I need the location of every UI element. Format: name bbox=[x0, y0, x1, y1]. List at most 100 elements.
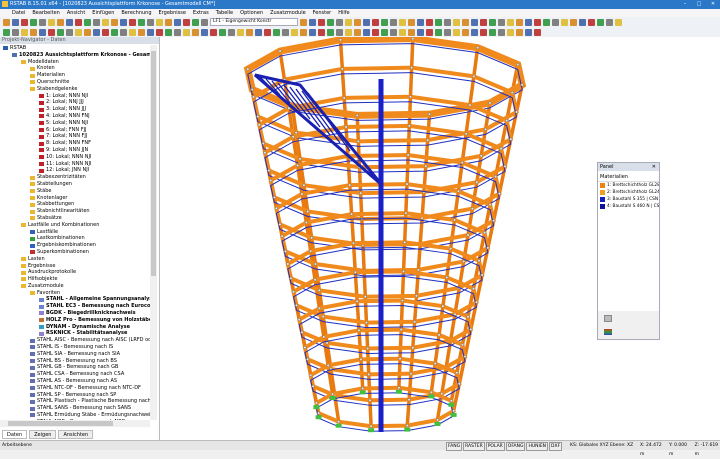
tree-item[interactable]: Lastfälle und Kombinationen bbox=[0, 222, 150, 229]
node[interactable] bbox=[426, 138, 430, 142]
toolbar-button[interactable] bbox=[426, 28, 433, 36]
toolbar-button[interactable] bbox=[102, 28, 109, 36]
tree-item[interactable]: 6: Lokal; FNN FJJ bbox=[0, 127, 150, 134]
tree-item[interactable]: 1: Lokal; NNN NJI bbox=[0, 93, 150, 100]
toolbar-button[interactable] bbox=[228, 28, 235, 36]
menu-item[interactable]: Datei bbox=[12, 9, 25, 17]
toolbar-button[interactable] bbox=[444, 28, 451, 36]
node[interactable] bbox=[311, 384, 315, 388]
node[interactable] bbox=[304, 221, 308, 224]
tree-item[interactable]: STAHL SP - Bemessung nach SP bbox=[0, 392, 150, 399]
node[interactable] bbox=[436, 418, 439, 422]
toolbar-button[interactable] bbox=[156, 28, 163, 36]
stair-landing[interactable] bbox=[254, 73, 384, 187]
node[interactable] bbox=[483, 231, 487, 235]
toolbar-button[interactable] bbox=[480, 28, 487, 36]
node[interactable] bbox=[340, 67, 344, 71]
toolbar-button[interactable] bbox=[408, 18, 415, 26]
node[interactable] bbox=[445, 275, 449, 279]
toolbar-button[interactable] bbox=[210, 28, 217, 36]
tree-item[interactable]: Stäbe bbox=[0, 188, 150, 195]
tree-item[interactable]: Stabnichtlinearitäten bbox=[0, 208, 150, 215]
timber-column[interactable] bbox=[357, 330, 363, 360]
node[interactable] bbox=[317, 288, 321, 292]
toolbar-button[interactable] bbox=[579, 18, 586, 26]
tree-item[interactable]: STAHL SIA - Bemessung nach SIA bbox=[0, 351, 150, 358]
node[interactable] bbox=[449, 247, 453, 251]
tree-item[interactable]: Knotenlager bbox=[0, 195, 150, 202]
toolbar-button[interactable] bbox=[57, 28, 64, 36]
node[interactable] bbox=[488, 101, 492, 105]
toolbar-button[interactable] bbox=[408, 28, 415, 36]
toolbar-button[interactable] bbox=[39, 28, 46, 36]
node[interactable] bbox=[350, 212, 354, 216]
toolbar-button[interactable] bbox=[444, 18, 451, 26]
toolbar-button[interactable] bbox=[129, 28, 136, 36]
toolbar-button[interactable] bbox=[30, 18, 37, 26]
toolbar-button[interactable] bbox=[48, 18, 55, 26]
timber-column[interactable] bbox=[368, 400, 373, 427]
node[interactable] bbox=[475, 300, 478, 304]
node[interactable] bbox=[309, 249, 313, 253]
node[interactable] bbox=[409, 372, 413, 376]
node[interactable] bbox=[452, 409, 456, 413]
toolbar-button[interactable] bbox=[516, 28, 523, 36]
toolbar-button[interactable] bbox=[183, 18, 190, 26]
node[interactable] bbox=[317, 411, 321, 415]
panel-color-icon[interactable] bbox=[604, 329, 612, 335]
timber-column[interactable] bbox=[411, 321, 417, 348]
node[interactable] bbox=[283, 249, 287, 253]
toolbar-button[interactable] bbox=[390, 28, 397, 36]
toolbar-button[interactable] bbox=[561, 18, 568, 26]
node[interactable] bbox=[278, 49, 282, 53]
node[interactable] bbox=[476, 46, 480, 50]
node[interactable] bbox=[407, 398, 411, 402]
tree-item[interactable]: Stabendgelenke bbox=[0, 86, 150, 93]
node[interactable] bbox=[413, 320, 417, 324]
toolbar-button[interactable] bbox=[291, 28, 298, 36]
toolbar-button[interactable] bbox=[507, 18, 514, 26]
toolbar-button[interactable] bbox=[75, 28, 82, 36]
toolbar-button[interactable] bbox=[336, 28, 343, 36]
node[interactable] bbox=[353, 270, 357, 274]
node[interactable] bbox=[294, 131, 298, 135]
node[interactable] bbox=[300, 192, 304, 196]
toolbar-button[interactable] bbox=[381, 28, 388, 36]
node[interactable] bbox=[246, 67, 250, 71]
node[interactable] bbox=[355, 113, 359, 117]
node[interactable] bbox=[492, 219, 496, 223]
toolbar-button[interactable] bbox=[282, 28, 289, 36]
timber-column[interactable] bbox=[412, 295, 419, 322]
tree-item[interactable]: Ergebnisse bbox=[0, 263, 150, 270]
node[interactable] bbox=[300, 330, 304, 334]
toolbar-button[interactable] bbox=[66, 28, 73, 36]
toolbar-button[interactable] bbox=[57, 18, 64, 26]
tree-item[interactable]: Knoten bbox=[0, 65, 150, 72]
tree-item[interactable]: 11: Lokal; NNN NJI bbox=[0, 161, 150, 168]
node[interactable] bbox=[497, 192, 501, 195]
toolbar-button[interactable] bbox=[75, 18, 82, 26]
node[interactable] bbox=[462, 260, 466, 263]
timber-column[interactable] bbox=[407, 373, 413, 400]
node[interactable] bbox=[405, 182, 409, 186]
toolbar-button[interactable] bbox=[390, 18, 397, 26]
toolbar-button[interactable] bbox=[498, 28, 505, 36]
node[interactable] bbox=[499, 147, 503, 151]
node[interactable] bbox=[464, 132, 468, 136]
toolbar-button[interactable] bbox=[174, 28, 181, 36]
node[interactable] bbox=[286, 262, 290, 266]
node[interactable] bbox=[252, 95, 255, 99]
node[interactable] bbox=[477, 259, 481, 263]
timber-column[interactable] bbox=[405, 399, 411, 426]
toolbar-button[interactable] bbox=[309, 18, 316, 26]
node[interactable] bbox=[403, 240, 407, 244]
node[interactable] bbox=[331, 392, 334, 396]
node[interactable] bbox=[411, 37, 415, 41]
toolbar-button[interactable] bbox=[354, 28, 361, 36]
node[interactable] bbox=[486, 246, 490, 250]
menu-item[interactable]: Zusatzmodule bbox=[270, 9, 306, 17]
tree-item[interactable]: STAHL Plastisch - Plastische Bemessung n… bbox=[0, 398, 150, 405]
toolbar-button[interactable] bbox=[300, 18, 307, 26]
node[interactable] bbox=[361, 386, 365, 390]
toolbar-button[interactable] bbox=[309, 28, 316, 36]
